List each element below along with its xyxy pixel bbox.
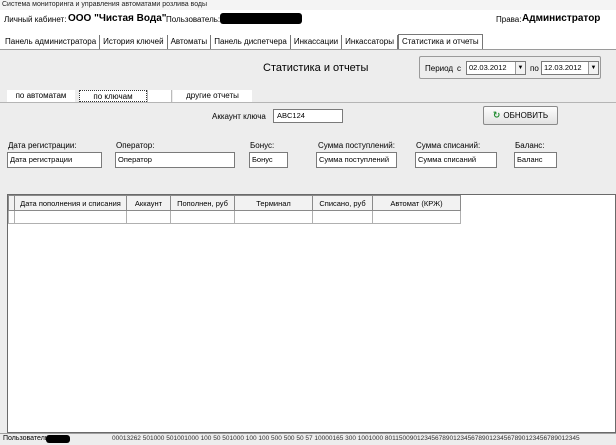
subtab-other-reports[interactable]: другие отчеты: [173, 90, 252, 102]
debit-sum-field[interactable]: Сумма списаний: [415, 152, 497, 168]
table-cell[interactable]: [126, 210, 171, 224]
rights-value: Администратор: [522, 13, 601, 24]
column-header-account[interactable]: Аккаунт: [126, 195, 171, 211]
page-title: Статистика и отчеты: [263, 62, 369, 74]
balance-field[interactable]: Баланс: [514, 152, 557, 168]
column-header-debited[interactable]: Списано, руб: [312, 195, 373, 211]
refresh-button[interactable]: ↻ ОБНОВИТЬ: [483, 106, 558, 125]
subtab-by-keys[interactable]: по ключам: [79, 90, 147, 102]
income-sum-label: Сумма поступлений:: [318, 141, 395, 150]
rights-label: Права:: [496, 15, 522, 24]
tab-admin-panel[interactable]: Панель администратора: [2, 35, 101, 49]
status-user-label: Пользователь:: [3, 435, 51, 442]
table-header-row: Дата пополнения и списания Аккаунт Попол…: [8, 195, 461, 211]
key-account-label: Аккаунт ключа: [212, 112, 266, 121]
chevron-down-icon[interactable]: ▼: [588, 62, 598, 74]
refresh-label: ОБНОВИТЬ: [503, 111, 549, 120]
income-sum-field[interactable]: Сумма поступлений: [316, 152, 397, 168]
subtab-divider: [0, 102, 616, 103]
table-cell[interactable]: [234, 210, 313, 224]
user-label: Пользователь:: [166, 15, 221, 24]
column-header-topped-up[interactable]: Пополнен, руб: [170, 195, 235, 211]
registration-date-label: Дата регистрации:: [8, 141, 77, 150]
bonus-field[interactable]: Бонус: [249, 152, 288, 168]
operator-label: Оператор:: [116, 141, 155, 150]
tab-statistics-reports[interactable]: Статистика и отчеты: [397, 34, 483, 49]
column-header-terminal[interactable]: Терминал: [234, 195, 313, 211]
date-from-value: 02.03.2012: [469, 63, 507, 72]
key-account-input[interactable]: ABC124: [273, 109, 343, 123]
date-from-select[interactable]: 02.03.2012 ▼: [466, 61, 526, 75]
table-cell[interactable]: [14, 210, 127, 224]
operator-field[interactable]: Оператор: [115, 152, 235, 168]
tab-collectors[interactable]: Инкассаторы: [342, 35, 398, 49]
main-tabs: Панель администратора История ключей Авт…: [2, 34, 483, 49]
table-cell[interactable]: [372, 210, 461, 224]
bonus-label: Бонус:: [250, 141, 275, 150]
subtab-by-machines[interactable]: по автоматам: [7, 90, 75, 102]
tab-machines[interactable]: Автоматы: [167, 35, 212, 49]
refresh-icon: ↻: [492, 110, 501, 120]
window-title: Система мониторинга и управления автомат…: [0, 0, 616, 10]
table-row[interactable]: [8, 210, 461, 224]
tab-collections[interactable]: Инкассации: [290, 35, 343, 49]
balance-label: Баланс:: [515, 141, 545, 150]
status-user-redacted: [46, 435, 70, 443]
user-name-redacted: [220, 13, 302, 24]
table-cell[interactable]: [312, 210, 373, 224]
cabinet-name: ООО "Чистая Вода": [68, 13, 167, 24]
registration-date-field[interactable]: Дата регистрации: [7, 152, 102, 168]
transactions-grid[interactable]: Дата пополнения и списания Аккаунт Попол…: [7, 194, 616, 433]
status-text: 00013262 501000 501001000 100 50 501000 …: [112, 435, 580, 442]
debit-sum-label: Сумма списаний:: [416, 141, 481, 150]
period-from-label: с: [457, 64, 461, 73]
tab-key-history[interactable]: История ключей: [100, 35, 168, 49]
date-to-select[interactable]: 12.03.2012 ▼: [541, 61, 599, 75]
chevron-down-icon[interactable]: ▼: [515, 62, 525, 74]
cabinet-label: Личный кабинет:: [4, 15, 67, 24]
column-header-machine[interactable]: Автомат (КРЖ): [372, 195, 461, 211]
date-to-value: 12.03.2012: [544, 63, 582, 72]
tab-dispatcher-panel[interactable]: Панель диспетчера: [211, 35, 291, 49]
period-label: Период: [425, 64, 454, 73]
column-header-date[interactable]: Дата пополнения и списания: [14, 195, 127, 211]
table-cell[interactable]: [170, 210, 235, 224]
transactions-table: Дата пополнения и списания Аккаунт Попол…: [8, 195, 461, 224]
subtab-blank[interactable]: [147, 90, 172, 102]
period-to-label: по: [530, 64, 539, 73]
